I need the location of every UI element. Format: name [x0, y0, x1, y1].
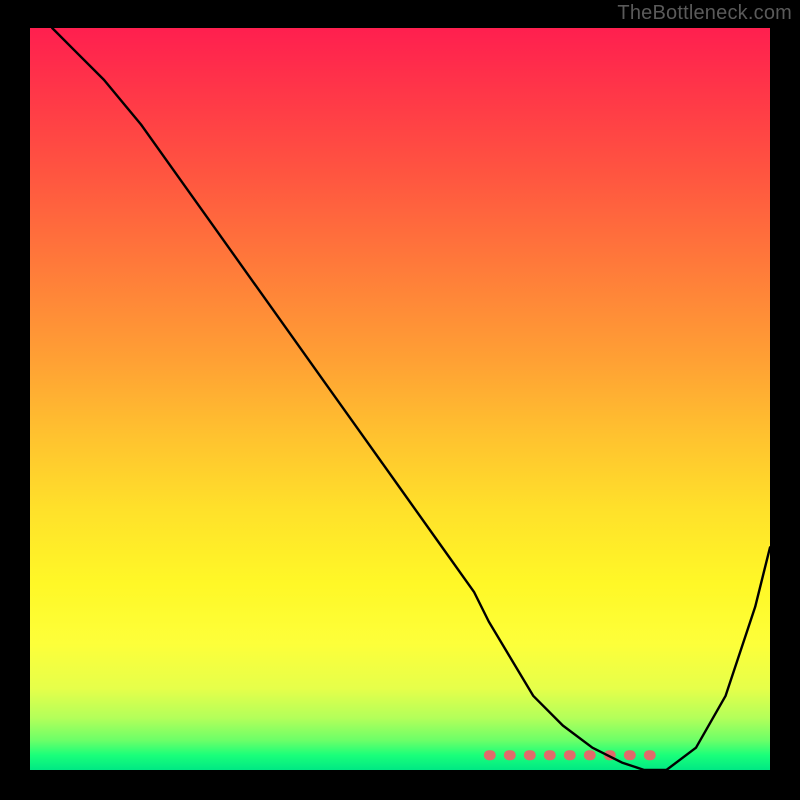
chart-frame: TheBottleneck.com — [0, 0, 800, 800]
chart-svg — [30, 28, 770, 770]
bottleneck-curve — [52, 28, 770, 770]
watermark-text: TheBottleneck.com — [617, 2, 792, 25]
plot-area — [30, 28, 770, 770]
